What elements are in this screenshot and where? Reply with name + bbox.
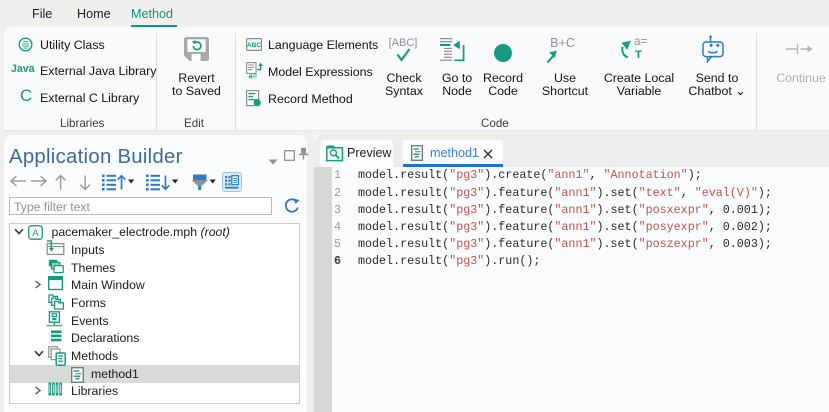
svg-text:A: A <box>32 228 39 239</box>
svg-text:ABC: ABC <box>247 42 262 49</box>
svg-text:a=: a= <box>249 71 258 79</box>
svg-text:a=: a= <box>634 35 647 48</box>
svg-text:T: T <box>635 49 642 60</box>
